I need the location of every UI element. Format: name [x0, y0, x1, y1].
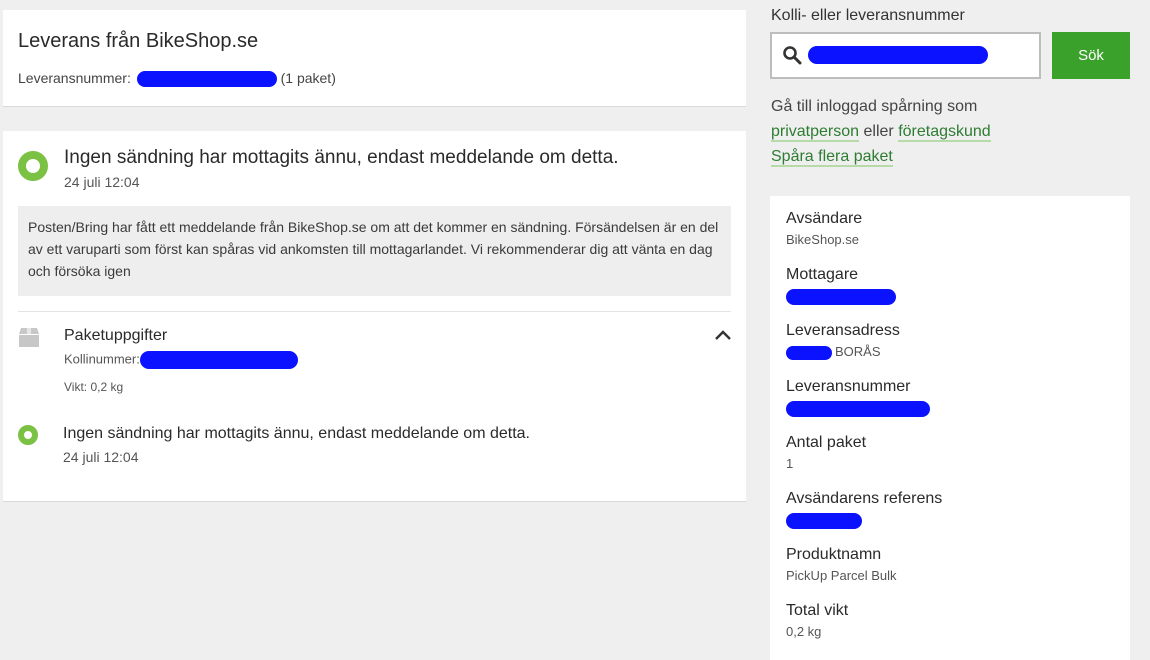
event-date: 24 juli 12:04 — [64, 174, 140, 190]
page-title: Leverans från BikeShop.se — [18, 30, 259, 52]
search-value-redacted — [808, 46, 988, 64]
detail-label: Antal paket — [786, 434, 867, 451]
package-event-status: Ingen sändning har mottagits ännu, endas… — [63, 425, 530, 442]
login-prefix: Gå till inloggad spårning som — [771, 98, 978, 115]
kolli-number-line: Kollinummer: — [64, 351, 298, 369]
search-field[interactable] — [770, 32, 1041, 79]
detail-label: Leveransnummer — [786, 378, 911, 395]
detail-sender-reference: Avsändarens referens — [786, 490, 942, 529]
search-label: Kolli- eller leveransnummer — [771, 7, 965, 24]
status-dot-icon — [18, 425, 38, 445]
shipment-details-card: Avsändare BikeShop.se Mottagare Leverans… — [770, 196, 1130, 660]
package-details-title: Paketuppgifter — [64, 327, 168, 344]
chevron-up-icon[interactable] — [713, 327, 733, 343]
delivery-number-label: Leveransnummer: — [18, 70, 131, 86]
detail-value: BORÅS — [786, 344, 900, 360]
private-person-link[interactable]: privatperson — [771, 123, 860, 142]
detail-value-redacted — [786, 512, 942, 529]
package-icon — [19, 328, 39, 347]
track-more-wrapper: Spåra flera paket — [771, 148, 893, 167]
login-tracking-text: Gå till inloggad spårning som privatpers… — [771, 94, 991, 144]
kolli-number-label: Kollinummer: — [64, 351, 140, 367]
divider — [18, 311, 731, 312]
detail-package-count: Antal paket 1 — [786, 434, 866, 471]
detail-delivery-address: Leveransadress BORÅS — [786, 322, 900, 360]
tracking-event-card: Ingen sändning har mottagits ännu, endas… — [3, 131, 746, 502]
login-or: eller — [863, 123, 894, 140]
detail-label: Avsändare — [786, 210, 863, 227]
kolli-number-redacted — [139, 351, 298, 369]
detail-value: 0,2 kg — [786, 624, 822, 639]
detail-label: Avsändarens referens — [786, 490, 943, 507]
shipment-header-card: Leverans från BikeShop.se Leveransnummer… — [3, 10, 746, 107]
event-status: Ingen sändning har mottagits ännu, endas… — [64, 147, 619, 168]
track-multiple-link[interactable]: Spåra flera paket — [771, 148, 893, 167]
status-dot-icon — [18, 151, 48, 181]
detail-label: Leveransadress — [786, 322, 900, 339]
detail-label: Produktnamn — [786, 546, 882, 563]
detail-value-redacted — [786, 400, 930, 417]
search-icon — [783, 46, 802, 65]
detail-label: Total vikt — [786, 602, 849, 619]
package-event-date: 24 juli 12:04 — [63, 449, 139, 465]
event-info-box: Posten/Bring har fått ett meddelande frå… — [18, 206, 731, 296]
detail-value: PickUp Parcel Bulk — [786, 568, 897, 583]
detail-sender: Avsändare BikeShop.se — [786, 210, 862, 247]
delivery-number-line: Leveransnummer: (1 paket) — [18, 70, 336, 88]
detail-delivery-number: Leveransnummer — [786, 378, 930, 417]
detail-product-name: Produktnamn PickUp Parcel Bulk — [786, 546, 897, 583]
detail-recipient: Mottagare — [786, 266, 896, 305]
detail-value: BikeShop.se — [786, 232, 859, 247]
detail-total-weight: Total vikt 0,2 kg — [786, 602, 848, 639]
search-button[interactable]: Sök — [1052, 32, 1130, 79]
detail-value: 1 — [786, 456, 794, 471]
business-customer-link[interactable]: företagskund — [898, 123, 991, 142]
delivery-number-redacted — [136, 71, 277, 88]
package-weight: Vikt: 0,2 kg — [64, 380, 124, 394]
detail-label: Mottagare — [786, 266, 859, 283]
detail-value-redacted — [786, 288, 896, 305]
package-count: (1 paket) — [280, 70, 336, 86]
address-city: BORÅS — [835, 344, 881, 359]
